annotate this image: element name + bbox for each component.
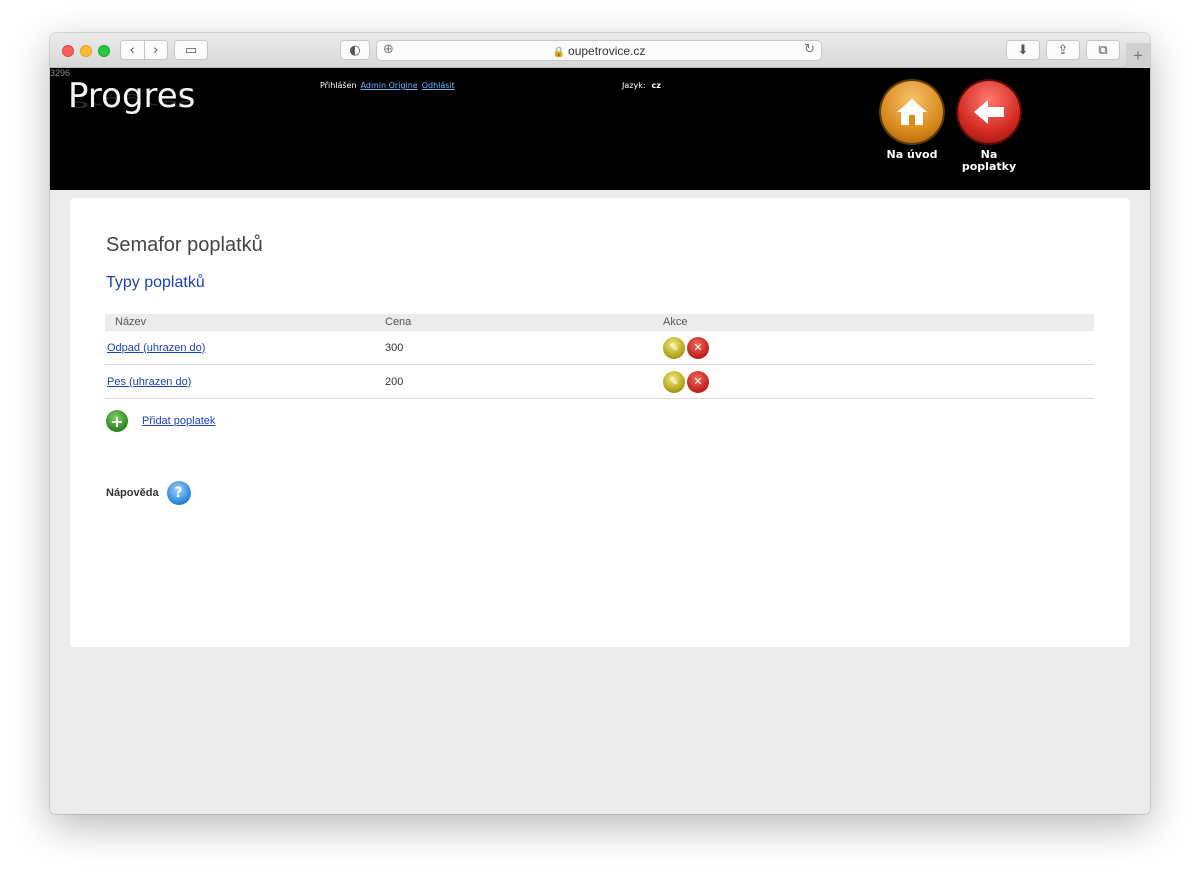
logo-reflection: Progres: [68, 93, 196, 111]
logout-link[interactable]: Odhlásit: [422, 81, 455, 90]
nav-buttons: ‹ ›: [120, 40, 168, 60]
table-row: Odpad (uhrazen do) 300 ✎ ✕: [105, 331, 1094, 365]
column-header-price[interactable]: Cena: [375, 314, 653, 331]
login-prefix: Přihlášen: [320, 81, 357, 90]
price-cell: 200: [385, 375, 404, 388]
fee-name-link[interactable]: Pes (uhrazen do): [107, 376, 191, 388]
help-question-icon[interactable]: ?: [166, 481, 191, 505]
delete-x-icon[interactable]: ✕: [687, 370, 709, 393]
home-button-label: Na úvod: [886, 148, 938, 161]
forward-arrow-icon[interactable]: ›: [144, 43, 167, 58]
fee-name-link[interactable]: Odpad (uhrazen do): [107, 342, 205, 354]
tab-overview-icon[interactable]: ⧉: [1086, 40, 1120, 60]
minimize-window-button[interactable]: [80, 45, 92, 57]
url-display: 🔒 oupetrovice.cz: [377, 44, 821, 58]
help-label: Nápověda: [106, 487, 159, 499]
back-arrow-icon[interactable]: ‹: [121, 43, 144, 58]
browser-window: ‹ › ▭ ◐ ⊕ 🔒 oupetrovice.cz ↻ ⬇ ⇪ ⧉ + 3296…: [50, 33, 1150, 814]
home-button[interactable]: Na úvod: [877, 81, 947, 161]
address-bar[interactable]: ⊕ 🔒 oupetrovice.cz ↻: [376, 40, 822, 61]
table-row: Pes (uhrazen do) 200 ✎ ✕: [105, 365, 1094, 399]
edit-pencil-icon[interactable]: ✎: [663, 336, 685, 359]
sidebar-toggle-icon[interactable]: ▭: [174, 40, 208, 60]
add-fee-row: + Přidat poplatek: [106, 410, 215, 432]
browser-toolbar: ‹ › ▭ ◐ ⊕ 🔒 oupetrovice.cz ↻ ⬇ ⇪ ⧉ +: [50, 33, 1150, 68]
page-title: Semafor poplatků: [106, 234, 263, 256]
lock-icon: 🔒: [552, 47, 566, 58]
left-arrow-icon: [974, 100, 1004, 124]
back-icon: [958, 81, 1020, 143]
language-value[interactable]: cz: [652, 81, 661, 90]
delete-x-icon[interactable]: ✕: [687, 336, 709, 359]
table-header: Název Cena Akce: [105, 314, 1094, 331]
home-icon: [881, 81, 943, 143]
help-row: Nápověda ?: [106, 481, 191, 505]
site-header: 3296 Progres Progres Přihlášen Admin Orig…: [50, 68, 1150, 190]
language-label: Jazyk:: [622, 81, 646, 90]
language-selector: Jazyk: cz: [622, 81, 661, 90]
actions-cell: ✎ ✕: [653, 370, 1094, 393]
back-to-fees-button[interactable]: Na poplatky: [954, 81, 1024, 173]
price-cell: 300: [385, 341, 404, 354]
reload-icon[interactable]: ↻: [804, 42, 815, 57]
main-panel: Semafor poplatků Typy poplatků Název Cen…: [70, 198, 1130, 647]
url-text: oupetrovice.cz: [568, 44, 646, 58]
name-cell: Pes (uhrazen do): [105, 376, 375, 388]
login-status: Přihlášen Admin Origine Odhlásit: [320, 81, 455, 90]
add-fee-link[interactable]: Přidat poplatek: [142, 415, 215, 427]
add-plus-icon[interactable]: +: [106, 410, 128, 432]
section-title: Typy poplatků: [106, 274, 205, 291]
house-icon: [897, 99, 927, 125]
zoom-window-button[interactable]: [98, 45, 110, 57]
privacy-shield-icon[interactable]: ◐: [340, 40, 370, 60]
new-tab-icon[interactable]: +: [1126, 43, 1150, 68]
close-window-button[interactable]: [62, 45, 74, 57]
download-icon[interactable]: ⬇: [1006, 40, 1040, 60]
fee-types-table: Název Cena Akce Odpad (uhrazen do) 300 ✎…: [105, 314, 1094, 399]
name-cell: Odpad (uhrazen do): [105, 342, 375, 354]
column-header-actions: Akce: [663, 316, 688, 328]
back-button-label-line2: poplatky: [961, 160, 1017, 173]
user-link[interactable]: Admin Origine: [361, 81, 418, 90]
share-icon[interactable]: ⇪: [1046, 40, 1080, 60]
column-header-name[interactable]: Název: [105, 314, 375, 331]
edit-pencil-icon[interactable]: ✎: [663, 370, 685, 393]
actions-cell: ✎ ✕: [653, 336, 1094, 359]
